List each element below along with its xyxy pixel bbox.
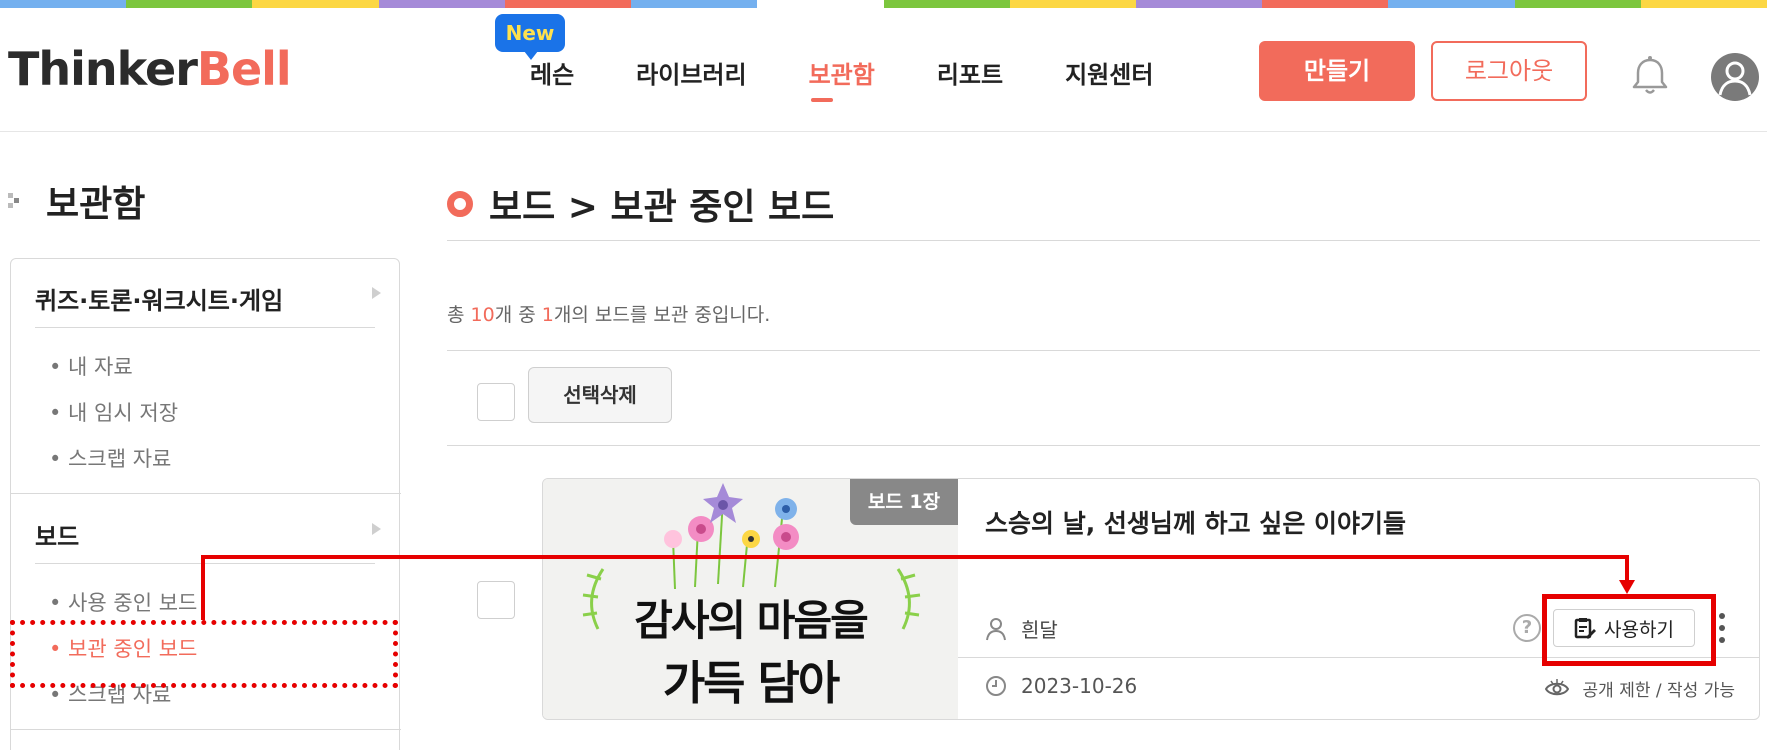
annotation-arrow: [201, 555, 1635, 620]
